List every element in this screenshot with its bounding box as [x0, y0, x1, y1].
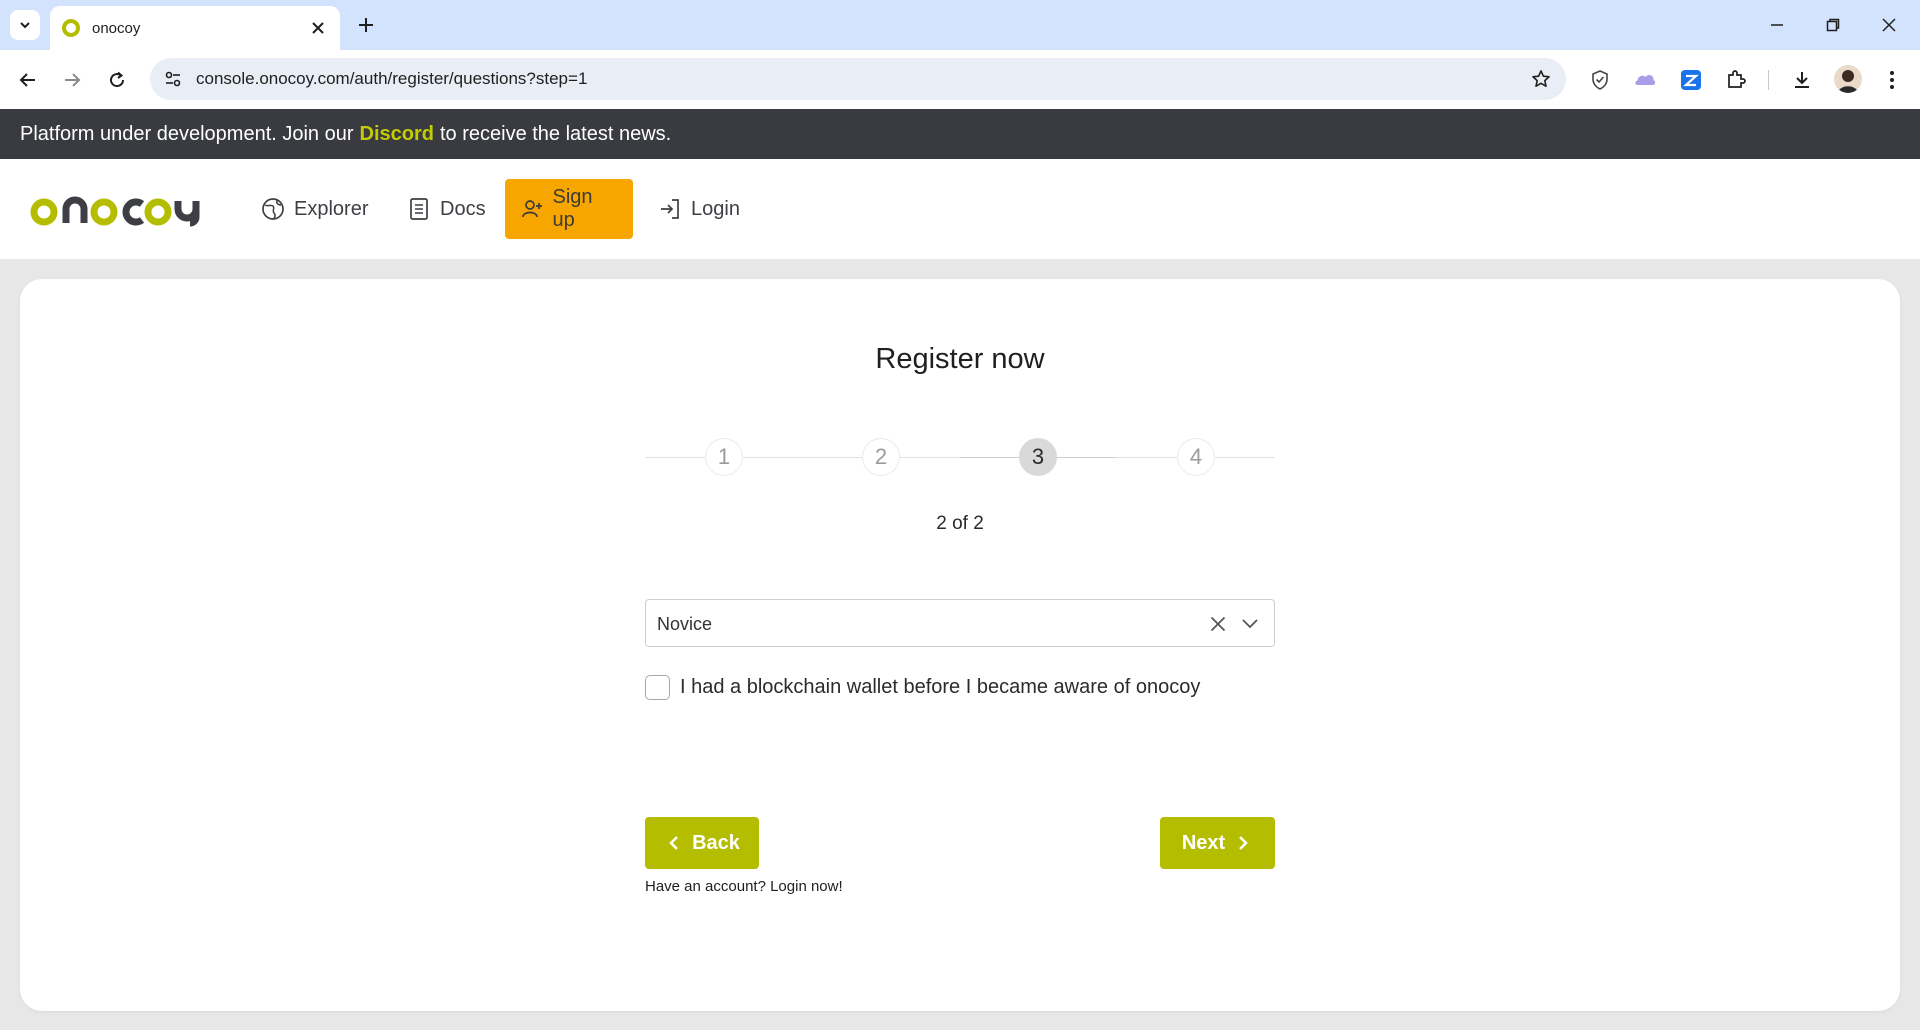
arrow-right-icon — [65, 73, 81, 87]
wallet-checkbox-label[interactable]: I had a blockchain wallet before I becam… — [680, 676, 1200, 699]
browser-toolbar: console.onocoy.com/auth/register/questio… — [0, 50, 1920, 109]
step-indicator: 1 2 3 4 — [645, 437, 1275, 477]
add-user-icon — [519, 196, 544, 222]
nav-signup-label: Sign up — [552, 186, 593, 231]
experience-select[interactable]: Novice — [645, 599, 1275, 647]
chevron-down-icon — [20, 22, 30, 29]
user-avatar-icon — [1838, 70, 1858, 93]
banner-prefix: Platform under development. Join our — [20, 122, 354, 145]
login-icon — [657, 196, 683, 222]
close-icon — [312, 22, 324, 34]
browser-menu-icon[interactable] — [1878, 66, 1906, 94]
nav-docs-label: Docs — [440, 197, 486, 220]
chevron-right-icon — [1233, 833, 1253, 853]
site-header: Explorer Docs Sign up Login — [0, 159, 1920, 259]
site-info-icon[interactable] — [162, 68, 184, 90]
nav-explorer[interactable]: Explorer — [246, 179, 382, 239]
nav-explorer-label: Explorer — [294, 197, 369, 220]
address-url: console.onocoy.com/auth/register/questio… — [196, 69, 588, 88]
zotero-extension-icon[interactable] — [1677, 66, 1705, 94]
back-button-label: Back — [692, 831, 740, 854]
close-icon — [1882, 18, 1896, 32]
browser-tab[interactable]: onocoy — [50, 6, 340, 50]
plus-icon — [359, 18, 373, 32]
bookmark-star-icon[interactable] — [1530, 68, 1552, 90]
download-icon[interactable] — [1788, 66, 1816, 94]
onocoy-logo[interactable] — [30, 187, 210, 231]
back-nav-button[interactable] — [12, 64, 44, 96]
arrow-left-icon — [19, 73, 35, 87]
nav-login[interactable]: Login — [643, 179, 754, 239]
step-caption: 2 of 2 — [936, 513, 984, 534]
toolbar-separator — [1768, 70, 1769, 90]
next-button[interactable]: Next — [1160, 817, 1275, 869]
address-bar[interactable]: console.onocoy.com/auth/register/questio… — [150, 58, 1566, 100]
next-button-label: Next — [1181, 831, 1226, 854]
chevron-down-icon[interactable] — [1238, 612, 1262, 636]
cloud-extension-icon[interactable] — [1631, 66, 1659, 94]
nav-signup[interactable]: Sign up — [505, 179, 633, 239]
wallet-checkbox[interactable] — [645, 674, 670, 700]
step-3-current: 3 — [1019, 438, 1057, 476]
shield-extension-icon[interactable] — [1586, 66, 1614, 94]
restore-button[interactable] — [1810, 10, 1856, 40]
profile-avatar[interactable] — [1834, 65, 1862, 93]
tab-close-button[interactable] — [308, 18, 328, 38]
step-4: 4 — [1177, 438, 1215, 476]
step-1: 1 — [705, 438, 743, 476]
forward-nav-button[interactable] — [56, 64, 88, 96]
nav-docs[interactable]: Docs — [392, 179, 500, 239]
tab-search-button[interactable] — [10, 10, 40, 40]
document-icon — [406, 196, 432, 222]
stepper-track — [645, 457, 960, 458]
login-now-link[interactable]: Have an account? Login now! — [645, 878, 843, 895]
wallet-checkbox-row[interactable]: I had a blockchain wallet before I becam… — [645, 673, 1200, 701]
restore-icon — [1826, 18, 1840, 32]
onocoy-favicon-icon — [62, 19, 80, 37]
chevron-left-icon — [664, 833, 684, 853]
development-banner: Platform under development. Join our Dis… — [0, 109, 1920, 159]
minimize-button[interactable] — [1754, 10, 1800, 40]
tab-title: onocoy — [92, 19, 141, 37]
page-title: Register now — [875, 343, 1045, 375]
window-close-button[interactable] — [1866, 10, 1912, 40]
back-button[interactable]: Back — [645, 817, 759, 869]
reload-button[interactable] — [101, 64, 133, 96]
close-icon — [1210, 616, 1226, 632]
experience-select-value: Novice — [657, 614, 713, 634]
step-2: 2 — [862, 438, 900, 476]
clear-selection-button[interactable] — [1206, 612, 1230, 636]
reload-icon — [110, 71, 125, 88]
globe-icon — [260, 196, 286, 222]
extensions-puzzle-icon[interactable] — [1722, 66, 1750, 94]
banner-suffix: to receive the latest news. — [439, 122, 672, 145]
minimize-icon — [1771, 24, 1783, 26]
discord-link[interactable]: Discord — [360, 123, 434, 146]
browser-tab-bar: onocoy — [0, 0, 1920, 50]
nav-login-label: Login — [691, 197, 740, 220]
new-tab-button[interactable] — [352, 11, 380, 39]
register-card: Register now 1 2 3 4 2 of 2 Novice I had… — [20, 279, 1900, 1011]
